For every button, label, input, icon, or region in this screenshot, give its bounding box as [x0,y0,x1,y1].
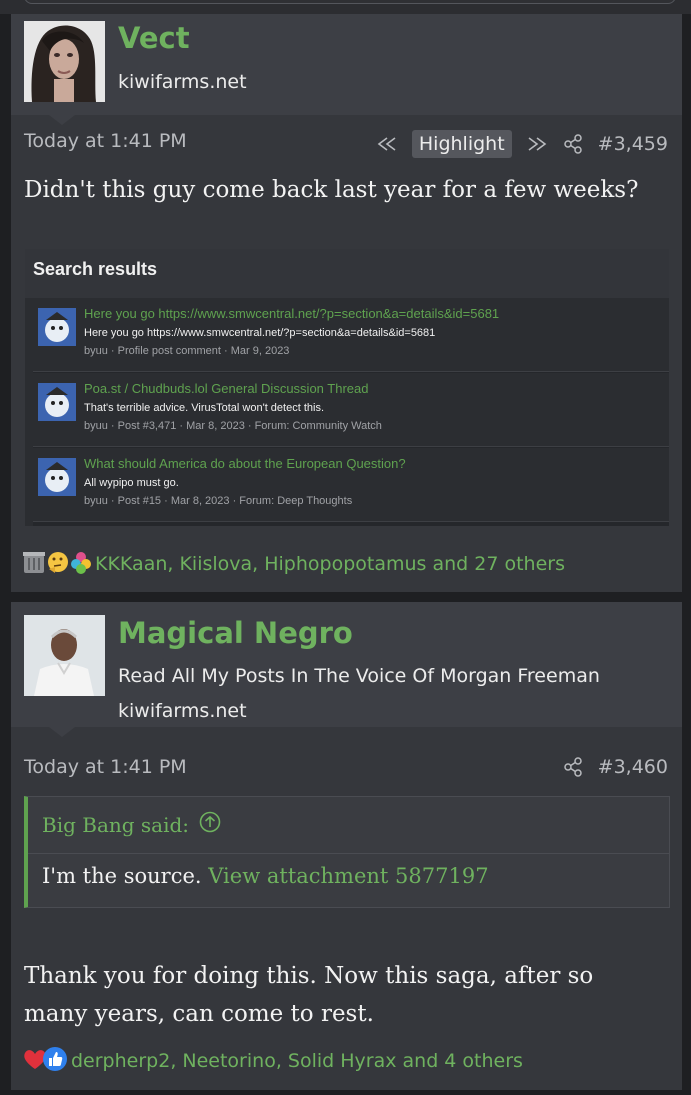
reaction-users[interactable]: derpherp2, Neetorino, Solid Hyrax and 4 … [71,1050,523,1072]
user-title: kiwifarms.net [118,71,247,93]
thumbs-up-icon [42,1046,68,1077]
post-body: Didn't this guy come back last year for … [24,177,639,203]
search-results-title: Search results [33,259,158,279]
result-snippet: That's terrible advice. VirusTotal won't… [84,402,324,414]
user-header: Vect kiwifarms.net [11,14,682,115]
quote-header[interactable]: Big Bang said: [42,811,221,838]
post-number[interactable]: #3,459 [598,133,668,155]
result-link[interactable]: Poa.st / Chudbuds.lol General Discussion… [84,381,368,396]
username[interactable]: Magical Negro [118,616,353,650]
post: Vect kiwifarms.net Today at 1:41 PM High… [11,14,682,592]
search-results-image: Search results Here you go https://www.s… [25,249,669,526]
share-icon[interactable] [562,133,584,155]
dumpster-icon [22,549,46,580]
previous-highlight-icon[interactable] [376,133,398,155]
result-meta: byuu · Post #3,471 · Mar 8, 2023 · Forum… [84,420,382,432]
result-meta: byuu · Profile post comment · Mar 9, 202… [84,345,290,357]
header-caret [49,727,75,737]
post-number[interactable]: #3,460 [598,756,668,778]
reaction-icons[interactable] [22,549,92,580]
post-body-line: Thank you for doing this. Now this saga,… [24,963,594,989]
post: Magical Negro Read All My Posts In The V… [11,602,682,1090]
search-result[interactable]: Here you go https://www.smwcentral.net/?… [33,298,669,372]
post-meta: Today at 1:41 PM #3,460 [24,754,668,784]
quote-author[interactable]: Big Bang said: [42,813,189,837]
result-avatar [38,383,76,421]
highlight-button[interactable]: Highlight [411,130,512,158]
post-meta: Today at 1:41 PM Highlight #3,459 [24,128,668,158]
header-caret [49,115,75,125]
result-meta: byuu · Post #15 · Mar 8, 2023 · Forum: D… [84,495,353,507]
search-results-edge [25,298,33,526]
previous-element-edge [24,0,676,4]
thinking-face-icon [46,549,70,580]
avatar[interactable] [24,21,105,102]
post-timestamp[interactable]: Today at 1:41 PM [24,130,187,152]
result-avatar [38,308,76,346]
result-avatar [38,458,76,496]
post-body: Thank you for doing this. Now this saga,… [24,957,593,1033]
search-results-header: Search results [25,249,669,298]
top-bar [0,0,691,14]
reactions-bar[interactable]: derpherp2, Neetorino, Solid Hyrax and 4 … [22,1046,523,1077]
result-link[interactable]: What should America do about the Europea… [84,456,406,471]
puzzle-icon [70,549,92,580]
search-result[interactable]: Poa.st / Chudbuds.lol General Discussion… [33,373,669,447]
reactions-bar[interactable]: KKKaan, Kiislova, Hiphopopotamus and 27 … [22,550,565,578]
username[interactable]: Vect [118,21,190,55]
reaction-users[interactable]: KKKaan, Kiislova, Hiphopopotamus and 27 … [95,553,565,575]
next-highlight-icon[interactable] [526,133,548,155]
user-title: Read All My Posts In The Voice Of Morgan… [118,665,600,687]
result-link[interactable]: Here you go https://www.smwcentral.net/?… [84,306,499,321]
result-snippet: Here you go https://www.smwcentral.net/?… [84,327,436,339]
jump-up-icon[interactable] [199,811,221,838]
search-result[interactable]: What should America do about the Europea… [33,448,669,522]
avatar[interactable] [24,615,105,696]
post-body-line: many years, can come to rest. [24,1001,374,1027]
result-snippet: All wypipo must go. [84,477,179,489]
reaction-icons[interactable] [22,1046,68,1077]
quote-divider [28,853,669,854]
quote-block: Big Bang said: I'm the source. View atta… [24,796,670,908]
quote-text: I'm the source. [42,864,202,888]
attachment-link[interactable]: View attachment 5877197 [208,864,488,888]
user-title: kiwifarms.net [118,700,247,722]
share-icon[interactable] [562,756,584,778]
post-timestamp[interactable]: Today at 1:41 PM [24,756,187,778]
user-header: Magical Negro Read All My Posts In The V… [11,602,682,727]
quote-body: I'm the source. View attachment 5877197 [42,864,489,888]
